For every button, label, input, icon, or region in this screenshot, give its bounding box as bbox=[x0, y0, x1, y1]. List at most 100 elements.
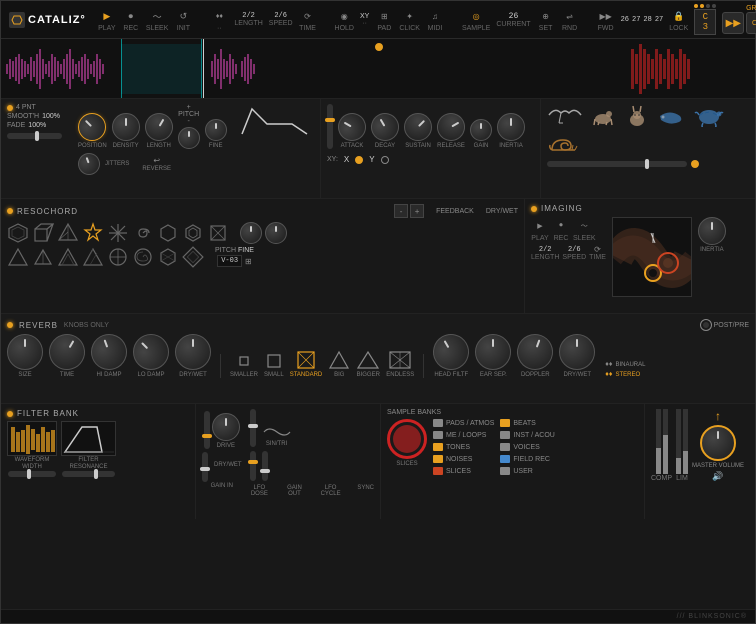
sample-button[interactable]: ◎ bbox=[467, 7, 485, 25]
set-button[interactable]: ⊕ bbox=[537, 7, 555, 25]
release-knob[interactable] bbox=[432, 108, 470, 146]
waveform-section[interactable] bbox=[1, 39, 755, 99]
feedback-knob[interactable] bbox=[240, 222, 262, 244]
xy-button[interactable]: XY bbox=[360, 13, 369, 20]
binaural-row[interactable]: ♦♦ BINAURAL bbox=[605, 361, 645, 368]
dd-group[interactable]: ♦♦ ·· bbox=[210, 7, 228, 32]
reverb-size-knob[interactable] bbox=[7, 334, 43, 370]
bank-voices[interactable]: VOICES bbox=[500, 443, 555, 451]
lock-button[interactable]: 🔒 bbox=[670, 7, 688, 25]
animals-speed-slider[interactable] bbox=[547, 161, 687, 167]
reverb-drywet2-knob[interactable] bbox=[559, 334, 595, 370]
midi-group[interactable]: ♫ MIDI bbox=[426, 7, 444, 32]
bank-pads[interactable]: PADS / ATMOS bbox=[433, 419, 494, 427]
length-knob[interactable] bbox=[140, 108, 178, 146]
hold-group[interactable]: ◉ HOLD bbox=[335, 7, 354, 32]
pad-button[interactable]: ⊞ bbox=[375, 7, 393, 25]
resochord-minus-btn[interactable]: - bbox=[394, 204, 408, 218]
shape-spiral[interactable] bbox=[132, 222, 154, 244]
shape-hex-cuts[interactable] bbox=[157, 246, 179, 268]
inertia-knob[interactable] bbox=[497, 113, 525, 141]
grain-btn-2[interactable]: CO bbox=[746, 12, 756, 34]
imaging-inertia-knob[interactable] bbox=[698, 217, 726, 245]
imaging-time[interactable]: ⟳ TIME bbox=[589, 245, 606, 261]
shape-diamond-nested[interactable] bbox=[182, 246, 204, 268]
bank-beats[interactable]: BEATS bbox=[500, 419, 555, 427]
shape-pyramid[interactable] bbox=[57, 222, 79, 244]
slices-button[interactable] bbox=[387, 419, 427, 459]
bank-tones[interactable]: TONES bbox=[433, 443, 494, 451]
head-filt-knob[interactable] bbox=[427, 327, 476, 376]
jitters-knob[interactable] bbox=[75, 150, 103, 178]
reso-drywet-knob[interactable] bbox=[265, 222, 287, 244]
shape-tri-filled[interactable] bbox=[32, 246, 54, 268]
length-val[interactable]: 2/2 bbox=[242, 12, 255, 20]
imaging-play[interactable]: ▶ PLAY bbox=[531, 217, 549, 242]
gain-in-slider[interactable] bbox=[204, 411, 210, 449]
bank-user[interactable]: USER bbox=[500, 467, 555, 475]
imaging-sleek[interactable]: 〜 SLEEK bbox=[573, 217, 596, 242]
play-button[interactable]: ▶ bbox=[98, 7, 116, 25]
play-group[interactable]: ▶ PLAY bbox=[98, 7, 116, 32]
init-button[interactable]: ↺ bbox=[174, 7, 192, 25]
imaging-play-btn[interactable]: ▶ bbox=[531, 217, 549, 235]
shape-circle-spiral[interactable] bbox=[132, 246, 154, 268]
rec-button[interactable]: ⏺ bbox=[122, 7, 140, 25]
sin-tri-group[interactable]: SIN/TRI bbox=[262, 424, 292, 447]
bank-inst[interactable]: INST / ACOU bbox=[500, 431, 555, 439]
resonance-slider[interactable] bbox=[62, 471, 115, 477]
density-knob[interactable] bbox=[112, 113, 140, 141]
standard-shape[interactable]: STANDARD bbox=[290, 350, 323, 378]
xy-group[interactable]: XY ·· bbox=[360, 13, 369, 27]
fade-slider[interactable] bbox=[7, 133, 62, 139]
endless-shape[interactable]: ENDLESS bbox=[386, 350, 414, 378]
hold-button[interactable]: ◉ bbox=[335, 7, 353, 25]
dd-button[interactable]: ♦♦ bbox=[210, 7, 228, 25]
shape-tri-nested[interactable] bbox=[57, 246, 79, 268]
shape-circle-lines[interactable] bbox=[107, 246, 129, 268]
drive-knob[interactable] bbox=[212, 413, 240, 441]
bank-slices[interactable]: SLICES bbox=[433, 467, 494, 475]
shape-cube[interactable] bbox=[32, 222, 54, 244]
speaker-icon[interactable]: 🔊 bbox=[712, 471, 723, 482]
doppler-knob[interactable] bbox=[512, 329, 558, 375]
bank-noises[interactable]: NOISES bbox=[433, 455, 494, 463]
width-slider[interactable] bbox=[8, 471, 56, 477]
snail-icon[interactable] bbox=[547, 132, 579, 154]
reverb-hidamp-knob[interactable] bbox=[86, 329, 132, 375]
reverse-group[interactable]: ↩ REVERSE bbox=[142, 156, 171, 172]
shape-hexagon-3d[interactable] bbox=[7, 222, 29, 244]
post-pre-icon[interactable] bbox=[700, 319, 712, 331]
bigger-shape[interactable]: BIGGER bbox=[356, 350, 380, 378]
lock-group[interactable]: 🔒 LOCK bbox=[669, 7, 688, 32]
reverb-drywet-knob[interactable] bbox=[175, 334, 211, 370]
lfo-dose-slider[interactable] bbox=[250, 409, 256, 447]
turtle-icon[interactable] bbox=[693, 105, 725, 127]
shape-hex-double[interactable] bbox=[182, 222, 204, 244]
fwd-group[interactable]: ▶▶ FWD bbox=[597, 7, 615, 32]
stereo-row[interactable]: ♦♦ STEREO bbox=[605, 371, 640, 378]
shape-star[interactable] bbox=[82, 222, 104, 244]
shape-snowflake[interactable] bbox=[107, 222, 129, 244]
click-button[interactable]: ✦ bbox=[401, 7, 419, 25]
big-shape[interactable]: BIG bbox=[328, 350, 350, 378]
sustain-knob[interactable] bbox=[398, 107, 438, 147]
reverb-time-knob[interactable] bbox=[42, 327, 91, 376]
drywet-slider[interactable] bbox=[202, 452, 208, 482]
imaging-sleek-btn[interactable]: 〜 bbox=[575, 217, 593, 235]
time-button[interactable]: ⟳ bbox=[299, 7, 317, 25]
shape-tri-outline[interactable] bbox=[7, 246, 29, 268]
bank-field[interactable]: FIELD REC bbox=[500, 455, 555, 463]
small-shape[interactable]: SMALL bbox=[264, 352, 284, 378]
set-group[interactable]: ⊕ SET bbox=[537, 7, 555, 32]
pad-group[interactable]: ⊞ PAD bbox=[375, 7, 393, 32]
fwd-button[interactable]: ▶▶ bbox=[597, 7, 615, 25]
time-group[interactable]: ⟳ TIME bbox=[299, 7, 317, 32]
master-volume-knob[interactable] bbox=[700, 425, 736, 461]
grain-btn-1[interactable]: ▶▶ bbox=[722, 12, 744, 34]
decay-knob[interactable] bbox=[366, 108, 404, 146]
sleek-group[interactable]: 〜 SLEEK bbox=[146, 7, 169, 32]
reverb-lodamp-knob[interactable] bbox=[126, 327, 177, 378]
slug-icon[interactable] bbox=[655, 106, 689, 126]
rabbit-icon[interactable] bbox=[623, 104, 651, 128]
